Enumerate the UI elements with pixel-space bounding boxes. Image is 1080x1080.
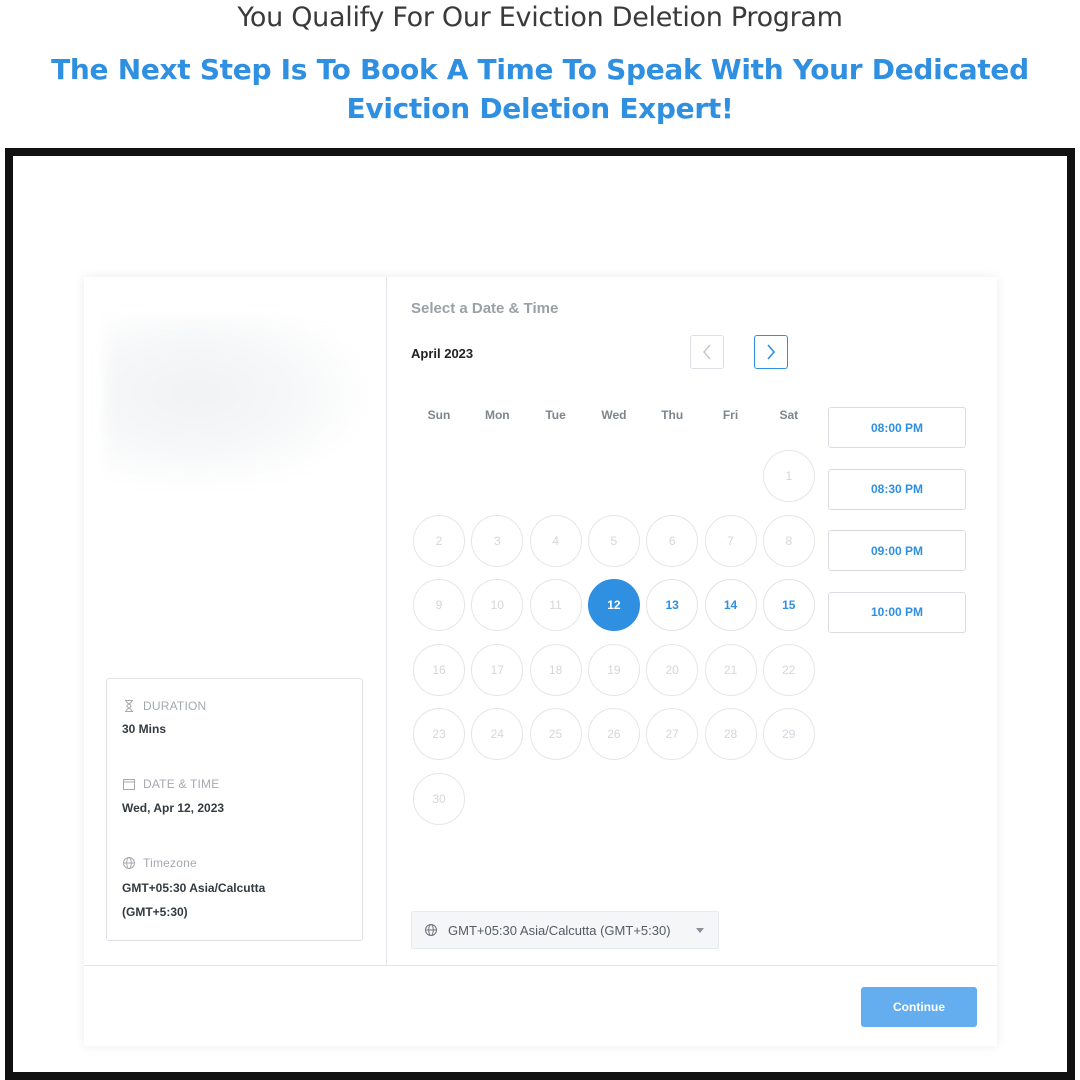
calendar-day: 8 [762,514,815,567]
calendar-day: 27 [646,708,699,760]
calendar-day: 25 [529,708,582,760]
hourglass-icon [125,700,133,712]
calendar-day: 2 [413,514,465,567]
calendar-day: 16 [413,643,465,696]
calendar-day: 10 [471,579,524,631]
weekday-fri: Fri [722,408,739,422]
calendar-day: 21 [704,643,757,696]
calendar-day: 23 [413,708,465,760]
calendar-day: 5 [587,514,640,567]
blurred-profile [104,317,364,487]
globe-icon [123,857,135,869]
calendar-day: 3 [471,514,524,567]
duration-label-text: DURATION [143,699,207,713]
timezone-select[interactable]: GMT+05:30 Asia/Calcutta (GMT+5:30) [411,911,719,949]
calendar-day: 17 [471,643,524,696]
booking-summary-card: DURATION 30 Mins DATE & TIME Wed, Apr 12… [106,678,363,941]
calendar-day[interactable]: 13 [646,579,699,631]
datetime-label: DATE & TIME [122,777,219,791]
calendar-day[interactable]: 15 [762,579,815,631]
duration-value: 30 Mins [122,722,167,736]
booking-widget: DURATION 30 Mins DATE & TIME Wed, Apr 12… [84,277,997,1046]
timezone-select-value: GMT+05:30 Asia/Calcutta (GMT+5:30) [448,922,671,938]
month-label: April 2023 [411,346,474,361]
calendar-day: 28 [704,708,757,760]
caret-down-icon [696,928,704,933]
time-slot-button[interactable]: 08:00 PM [828,407,966,448]
continue-button[interactable]: Continue [861,987,977,1027]
calendar-day: 22 [762,643,815,696]
weekday-tue: Tue [545,408,566,422]
next-step-heading: The Next Step Is To Book A Time To Speak… [51,53,1029,125]
weekday-thu: Thu [661,408,684,422]
calendar-day[interactable]: 14 [704,579,757,631]
timezone-value-line1: GMT+05:30 Asia/Calcutta [122,881,266,895]
calendar-day[interactable]: 12 [587,579,640,631]
timezone-label: Timezone [122,856,197,870]
calendar-day: 26 [587,708,640,760]
calendar-day: 7 [704,514,757,567]
calendar-day: 24 [471,708,524,760]
calendar-day: 6 [646,514,699,567]
calendar-day: 19 [587,643,640,696]
weekday-mon: Mon [484,408,510,422]
next-month-button[interactable] [754,335,788,369]
time-slot-button[interactable]: 09:00 PM [828,530,966,571]
calendar-day: 9 [413,579,465,631]
weekday-sun: Sun [427,408,451,422]
time-slot-button[interactable]: 10:00 PM [828,591,966,633]
timezone-value-line2: (GMT+5:30) [122,905,188,919]
prev-month-button[interactable] [690,335,724,369]
duration-label: DURATION [122,699,206,713]
calendar-day: 4 [529,514,582,567]
datetime-label-text: DATE & TIME [143,777,220,791]
datetime-value: Wed, Apr 12, 2023 [122,801,225,815]
weekday-wed: Wed [601,408,627,422]
timezone-label-text: Timezone [143,856,197,870]
select-date-time-title: Select a Date & Time [411,300,559,317]
calendar-day: 30 [413,772,465,825]
globe-icon [425,924,437,936]
calendar-day: 20 [646,643,699,696]
calendar-day: 11 [529,579,582,631]
calendar-day: 18 [529,643,582,696]
calendar-day: 29 [762,708,815,760]
details-pane: DURATION 30 Mins DATE & TIME Wed, Apr 12… [84,277,387,965]
calendar-icon [123,779,135,790]
calendar-day: 1 [762,450,815,502]
time-slot-button[interactable]: 08:30 PM [828,468,966,510]
footer-divider [84,965,997,966]
weekday-sat: Sat [779,408,799,422]
chevron-right-icon [767,344,776,360]
calendar-pane: Select a Date & Time April 2023 Sun Mon Tu… [388,277,997,965]
qualify-heading: You Qualify For Our Eviction Deletion Pr… [237,2,843,33]
chevron-left-icon [702,344,711,360]
